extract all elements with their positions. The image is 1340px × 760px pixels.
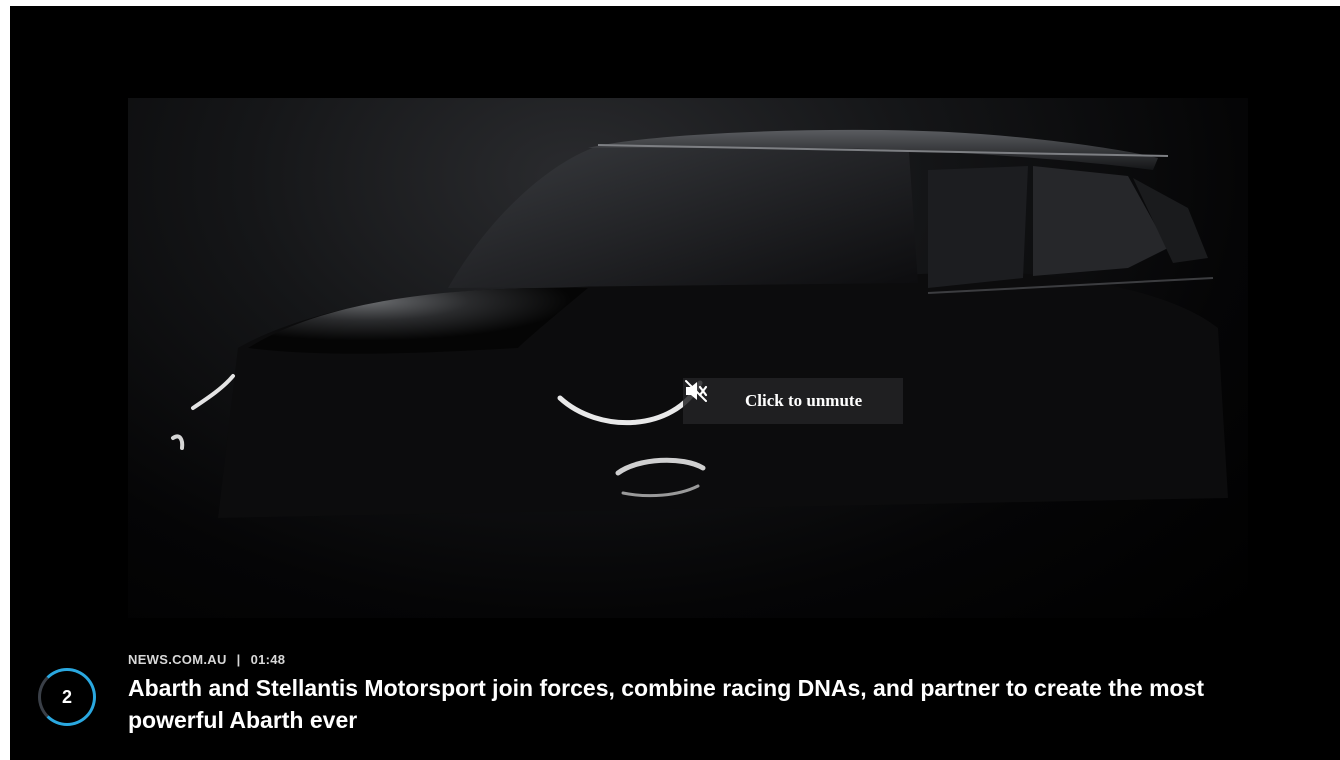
video-caption: 2 NEWS.COM.AU | 01:48 Abarth and Stellanti… [10,636,1340,756]
unmute-button[interactable]: Click to unmute [683,378,903,424]
video-player[interactable]: Click to unmute 2 NEWS.COM.AU | 01:48 Abar… [10,6,1340,760]
meta-separator: | [236,652,241,667]
video-duration: 01:48 [250,652,286,667]
video-source: NEWS.COM.AU [128,652,227,667]
playlist-position-badge: 2 [38,668,96,726]
video-headline[interactable]: Abarth and Stellantis Motorsport join fo… [128,672,1228,736]
speaker-muted-icon [685,380,733,414]
playlist-position-number: 2 [61,686,72,707]
unmute-label: Click to unmute [745,391,863,410]
car-silhouette-image [171,129,1228,518]
video-meta: NEWS.COM.AU | 01:48 [128,652,285,667]
video-frame[interactable]: Click to unmute [128,98,1248,618]
